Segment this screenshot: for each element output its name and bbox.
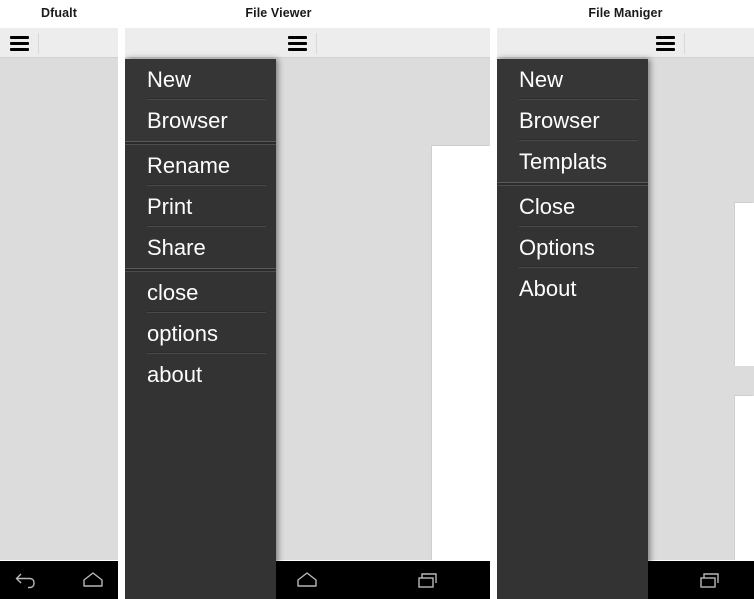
recents-icon[interactable] <box>416 569 442 591</box>
panel-titles-row: Dfualt File Viewer File Maniger <box>0 0 754 28</box>
menu-item-label: Browser <box>519 108 600 133</box>
device-panel-3: New Browser Templats Close Options About <box>497 28 754 599</box>
menu-item-label: Close <box>519 194 576 219</box>
navbar-buttons-1 <box>0 561 118 599</box>
overlay-menu-2[interactable]: New Browser Rename Print Share close opt… <box>125 59 276 599</box>
menu-item-label: New <box>147 67 192 92</box>
menu-item-label: about <box>147 362 203 387</box>
app-bar-divider <box>684 33 685 54</box>
content-area-3: New Browser Templats Close Options About <box>497 59 754 599</box>
screenshot-root: Dfualt File Viewer File Maniger New Brow… <box>0 0 754 599</box>
content-card <box>432 146 490 599</box>
menu-item-share[interactable]: Share <box>125 227 276 268</box>
menu-item-close[interactable]: close <box>125 272 276 313</box>
recents-icon[interactable] <box>698 569 724 591</box>
app-bar-divider <box>38 33 39 54</box>
menu-item-new[interactable]: New <box>125 59 276 100</box>
panel-title-2: File Viewer <box>245 6 312 20</box>
menu-group-3: close options about <box>125 272 276 395</box>
home-icon[interactable] <box>80 569 106 591</box>
panel-title-3: File Maniger <box>588 6 663 20</box>
overlay-menu-3[interactable]: New Browser Templats Close Options About <box>497 59 648 599</box>
content-area-1 <box>0 59 118 560</box>
content-card <box>735 396 754 563</box>
device-panel-2: New Browser Rename Print Share close opt… <box>125 28 490 599</box>
menu-item-options[interactable]: Options <box>497 227 648 268</box>
menu-item-about[interactable]: About <box>497 268 648 309</box>
menu-item-label: New <box>519 67 564 92</box>
menu-item-print[interactable]: Print <box>125 186 276 227</box>
content-card <box>735 203 754 366</box>
menu-item-label: Options <box>519 235 595 260</box>
content-area-2: New Browser Rename Print Share close opt… <box>125 59 490 599</box>
menu-item-label: Share <box>147 235 206 260</box>
menu-item-label: close <box>147 280 199 305</box>
menu-item-label: Browser <box>147 108 228 133</box>
menu-group-1: New Browser Templats <box>497 59 648 182</box>
panel-title-1: Dfualt <box>40 6 77 20</box>
hamburger-icon[interactable] <box>10 36 29 51</box>
menu-item-label: options <box>147 321 218 346</box>
app-bar-2 <box>125 28 490 58</box>
menu-item-browser[interactable]: Browser <box>497 100 648 141</box>
hamburger-icon[interactable] <box>656 36 675 51</box>
device-panel-1 <box>0 28 118 599</box>
menu-item-label: Print <box>147 194 193 219</box>
home-icon[interactable] <box>294 569 320 591</box>
menu-item-new[interactable]: New <box>497 59 648 100</box>
menu-item-browser[interactable]: Browser <box>125 100 276 141</box>
menu-item-label: Rename <box>147 153 231 178</box>
menu-item-rename[interactable]: Rename <box>125 145 276 186</box>
app-bar-3 <box>497 28 754 58</box>
menu-item-about[interactable]: about <box>125 354 276 395</box>
android-navbar-1 <box>0 560 118 599</box>
menu-item-close[interactable]: Close <box>497 186 648 227</box>
menu-group-1: New Browser <box>125 59 276 141</box>
menu-item-label: Templats <box>519 149 608 174</box>
menu-item-templats[interactable]: Templats <box>497 141 648 182</box>
back-icon[interactable] <box>14 569 40 591</box>
menu-group-2: Close Options About <box>497 186 648 309</box>
menu-group-2: Rename Print Share <box>125 145 276 268</box>
app-bar-divider <box>316 33 317 54</box>
hamburger-icon[interactable] <box>288 36 307 51</box>
app-bar-1 <box>0 28 118 58</box>
menu-item-options[interactable]: options <box>125 313 276 354</box>
menu-item-label: About <box>519 276 577 301</box>
